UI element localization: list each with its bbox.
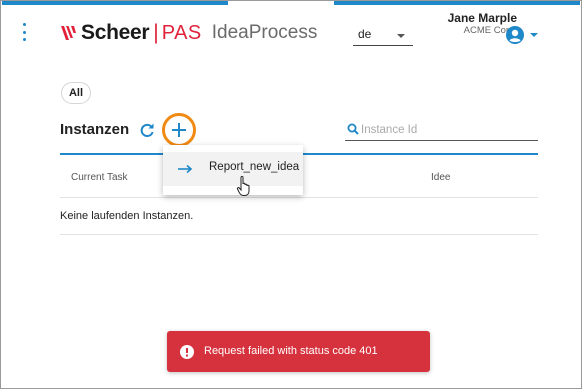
account-circle-icon[interactable] [506, 26, 524, 44]
empty-state-message: Keine laufenden Instanzen. [60, 210, 194, 222]
user-menu-chevron-icon[interactable] [530, 33, 538, 37]
language-select[interactable]: de [353, 24, 413, 46]
scheer-logo-icon [61, 26, 76, 40]
add-process-menu: Report_new_idea [163, 145, 303, 195]
add-instance-button[interactable] [169, 120, 189, 140]
app-name: IdeaProcess [211, 22, 318, 43]
chevron-down-icon [397, 34, 405, 38]
column-header-current-task[interactable]: Current Task [71, 172, 128, 183]
alert-circle-icon [180, 345, 194, 359]
column-header-idee[interactable]: Idee [431, 172, 450, 183]
top-accent-line [2, 1, 580, 5]
main-menu-icon[interactable] [21, 23, 27, 41]
arrow-right-icon [178, 164, 193, 174]
error-toast: Request failed with status code 401 [167, 331, 430, 372]
language-value: de [358, 27, 372, 41]
brand-name: Scheer [81, 21, 150, 44]
search-icon [347, 123, 359, 135]
row-divider [60, 234, 538, 235]
instance-search[interactable] [345, 120, 538, 141]
plus-icon [172, 123, 186, 137]
app-logo: Scheer | PAS IdeaProcess [60, 21, 317, 45]
page-title: Instanzen [60, 121, 130, 138]
user-name: Jane Marple [447, 11, 517, 25]
menu-item-report-new-idea[interactable]: Report_new_idea [163, 152, 303, 186]
product-name: PAS [161, 21, 202, 44]
app-window: Scheer | PAS IdeaProcess de Jane Marple … [0, 0, 582, 389]
search-input[interactable] [361, 120, 536, 139]
refresh-icon[interactable] [138, 121, 156, 139]
brand-separator: | [153, 21, 159, 44]
header-row-divider [60, 197, 538, 198]
menu-item-label: Report_new_idea [209, 161, 300, 173]
toast-message: Request failed with status code 401 [204, 345, 378, 357]
hand-pointer-cursor-icon [236, 176, 250, 196]
filter-chip-all[interactable]: All [61, 82, 91, 104]
